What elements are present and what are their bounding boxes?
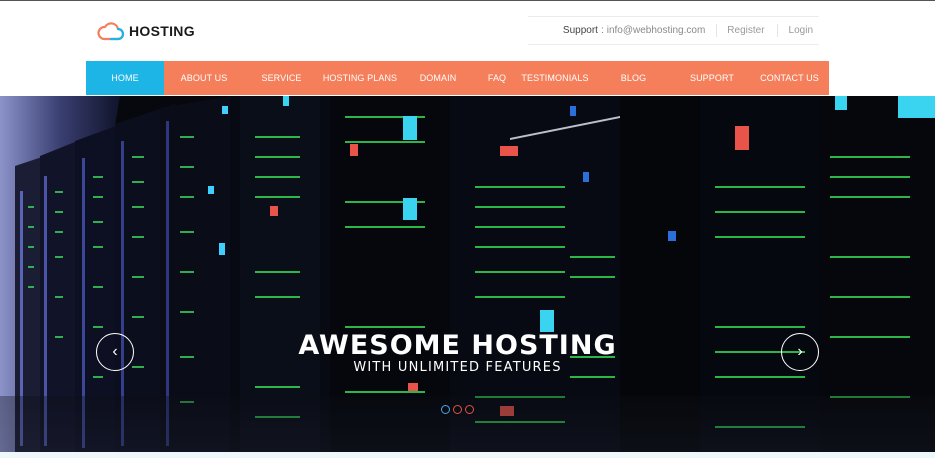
login-link[interactable]: Login <box>778 24 819 37</box>
top-border <box>0 0 935 1</box>
nav-item-service[interactable]: SERVICE <box>254 61 309 95</box>
support-separator: : <box>600 25 604 36</box>
slider-prev-button[interactable]: ‹ <box>96 333 134 371</box>
top-links-bar: Support : info@webhosting.com Register L… <box>528 16 819 45</box>
nav-item-about-us[interactable]: ABOUT US <box>172 61 236 95</box>
support-label: Support <box>562 25 598 36</box>
nav-item-support[interactable]: SUPPORT <box>684 61 740 95</box>
nav-item-testimonials[interactable]: TESTIMONIALS <box>518 61 592 95</box>
support-contact: Support : info@webhosting.com <box>562 24 718 37</box>
hero-title: AWESOME HOSTING <box>298 330 617 361</box>
slider-dot[interactable] <box>465 405 474 414</box>
support-email-link[interactable]: info@webhosting.com <box>607 25 706 36</box>
nav-item-home[interactable]: HOME <box>86 61 164 95</box>
nav-item-hosting-plans[interactable]: HOSTING PLANS <box>320 61 400 95</box>
logo-text: HOSTING <box>129 23 195 39</box>
nav-item-faq[interactable]: FAQ <box>480 61 514 95</box>
hero-slider: AWESOME HOSTING WITH UNLIMITED FEATURES … <box>0 96 935 452</box>
nav-item-domain[interactable]: DOMAIN <box>410 61 466 95</box>
slider-pagination <box>441 405 477 414</box>
slider-dot[interactable] <box>453 405 462 414</box>
nav-item-contact-us[interactable]: CONTACT US <box>758 61 821 95</box>
hero-subtitle: WITH UNLIMITED FEATURES <box>353 360 562 375</box>
slider-dot[interactable] <box>441 405 450 414</box>
chevron-left-icon: ‹ <box>112 343 118 360</box>
main-nav: HOME ABOUT US SERVICE HOSTING PLANS DOMA… <box>86 61 829 95</box>
slider-next-button[interactable]: › <box>781 333 819 371</box>
cloud-icon <box>97 22 125 41</box>
content-strip <box>0 452 935 458</box>
server-room-image <box>0 96 935 452</box>
nav-item-blog[interactable]: BLOG <box>612 61 655 95</box>
site-logo[interactable]: HOSTING <box>95 19 195 43</box>
chevron-right-icon: › <box>797 343 803 360</box>
register-link[interactable]: Register <box>717 24 778 37</box>
